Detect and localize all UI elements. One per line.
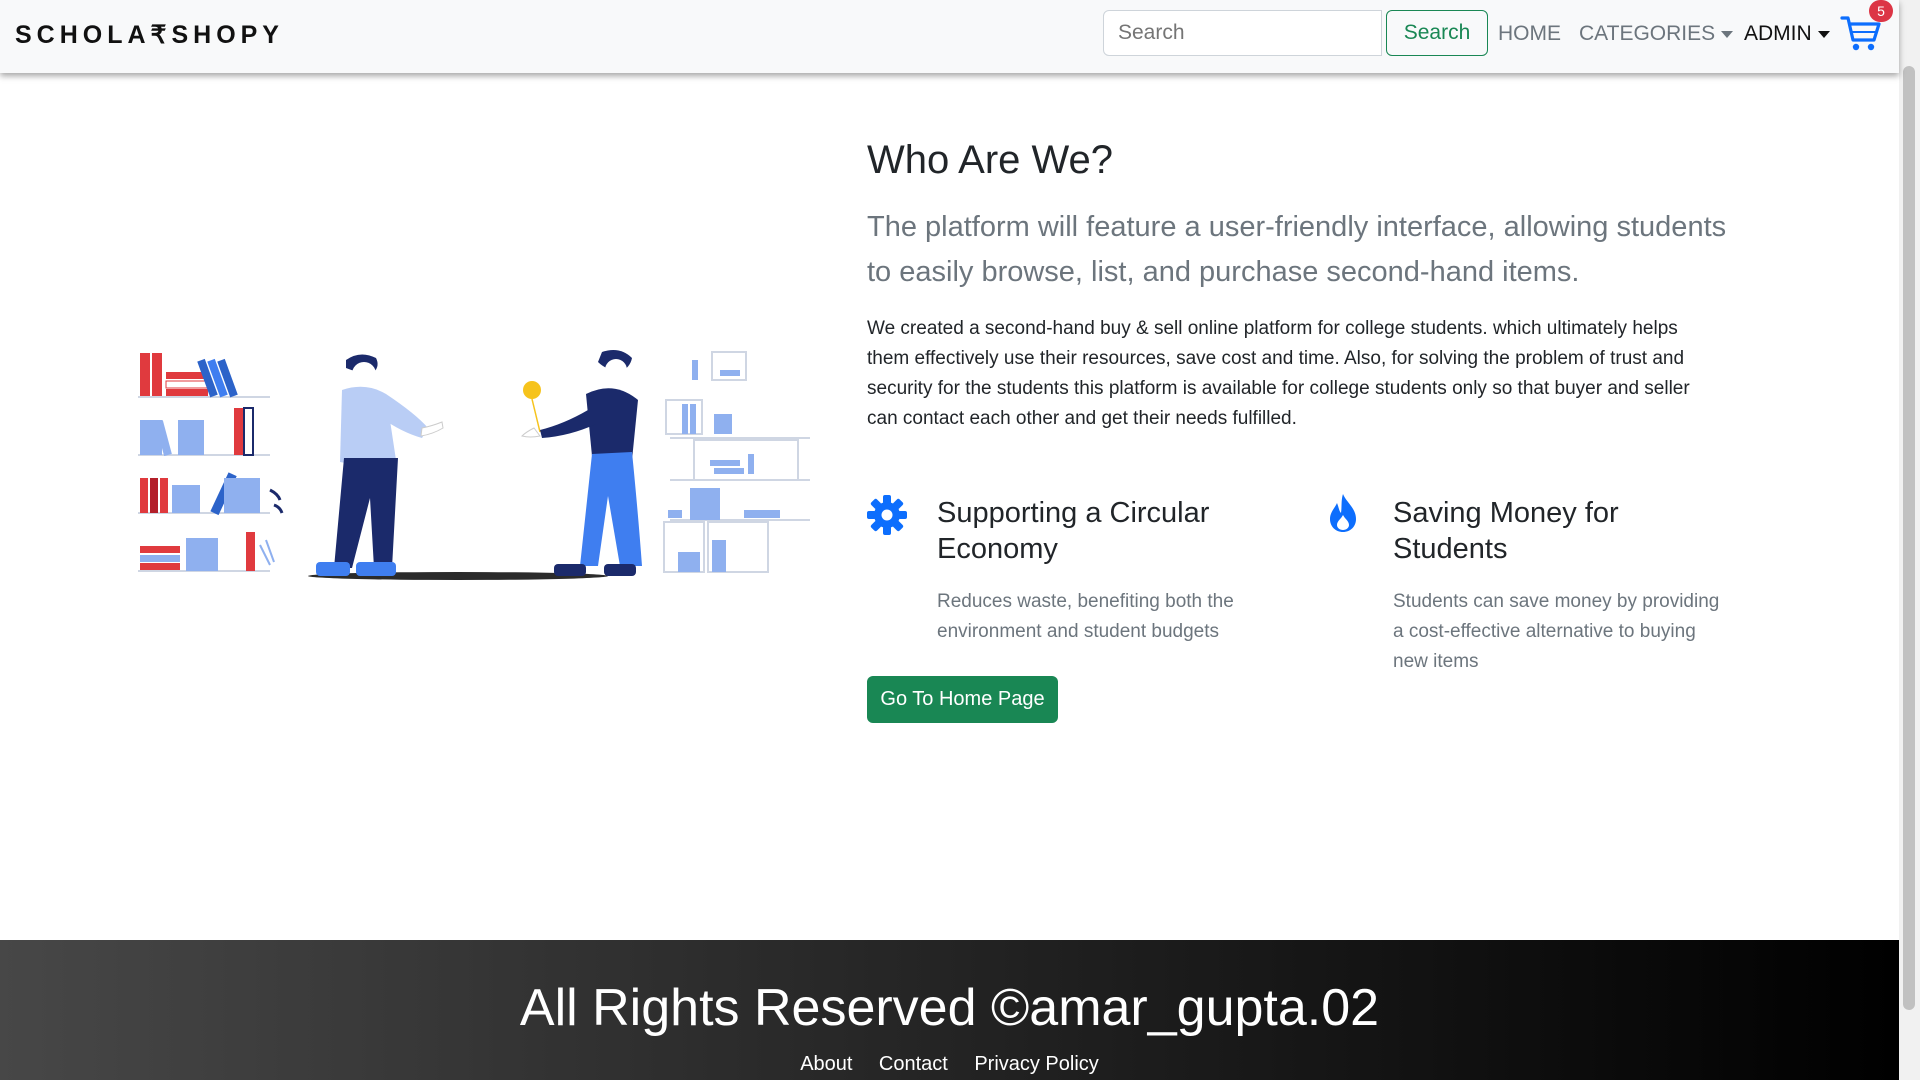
scrollbar-thumb[interactable] <box>1903 66 1915 1010</box>
nav-categories-label: CATEGORIES <box>1579 22 1716 45</box>
about-paragraph: We created a second-hand buy & sell onli… <box>867 318 1690 429</box>
footer-links: About Contact Privacy Policy <box>0 1053 1899 1076</box>
footer-copyright: All Rights Reserved ©amar_gupta.02 <box>519 979 1380 1037</box>
lead-text: The platform will feature a user-friendl… <box>867 211 1727 288</box>
chevron-down-icon <box>1721 30 1734 38</box>
navbar: SCHOLA₹SHOPY Search HOME CATEGORIES ADMI… <box>0 0 1899 73</box>
fire-icon <box>1330 494 1356 532</box>
footer-link-contact[interactable]: Contact <box>879 1053 948 1075</box>
cart-count-badge: 5 <box>1869 0 1893 22</box>
nav-home-link[interactable]: HOME <box>1498 22 1561 46</box>
nav-categories-dropdown[interactable]: CATEGORIES <box>1579 22 1734 46</box>
search-input[interactable] <box>1103 10 1382 56</box>
footer-link-privacy[interactable]: Privacy Policy <box>974 1053 1098 1075</box>
nav-admin-dropdown[interactable]: ADMIN <box>1744 22 1830 46</box>
feature-title-saving-money: Saving Money for Students <box>1393 497 1619 565</box>
feature-title-circular-economy: Supporting a Circular Economy <box>937 497 1210 565</box>
search-button[interactable]: Search <box>1386 10 1488 56</box>
feature-text-saving-money: Students can save money by providing a c… <box>1393 591 1720 672</box>
gear-icon <box>867 495 907 535</box>
page-title: Who Are We? <box>867 138 1114 182</box>
go-home-button[interactable]: Go To Home Page <box>867 676 1058 723</box>
brand-logo[interactable]: SCHOLA₹SHOPY <box>15 20 284 50</box>
handshake-illustration <box>138 350 810 580</box>
footer-link-about[interactable]: About <box>800 1053 852 1075</box>
chevron-down-icon <box>1817 30 1830 38</box>
nav-admin-label: ADMIN <box>1744 22 1812 45</box>
feature-text-circular-economy: Reduces waste, benefiting both the envir… <box>937 591 1234 642</box>
